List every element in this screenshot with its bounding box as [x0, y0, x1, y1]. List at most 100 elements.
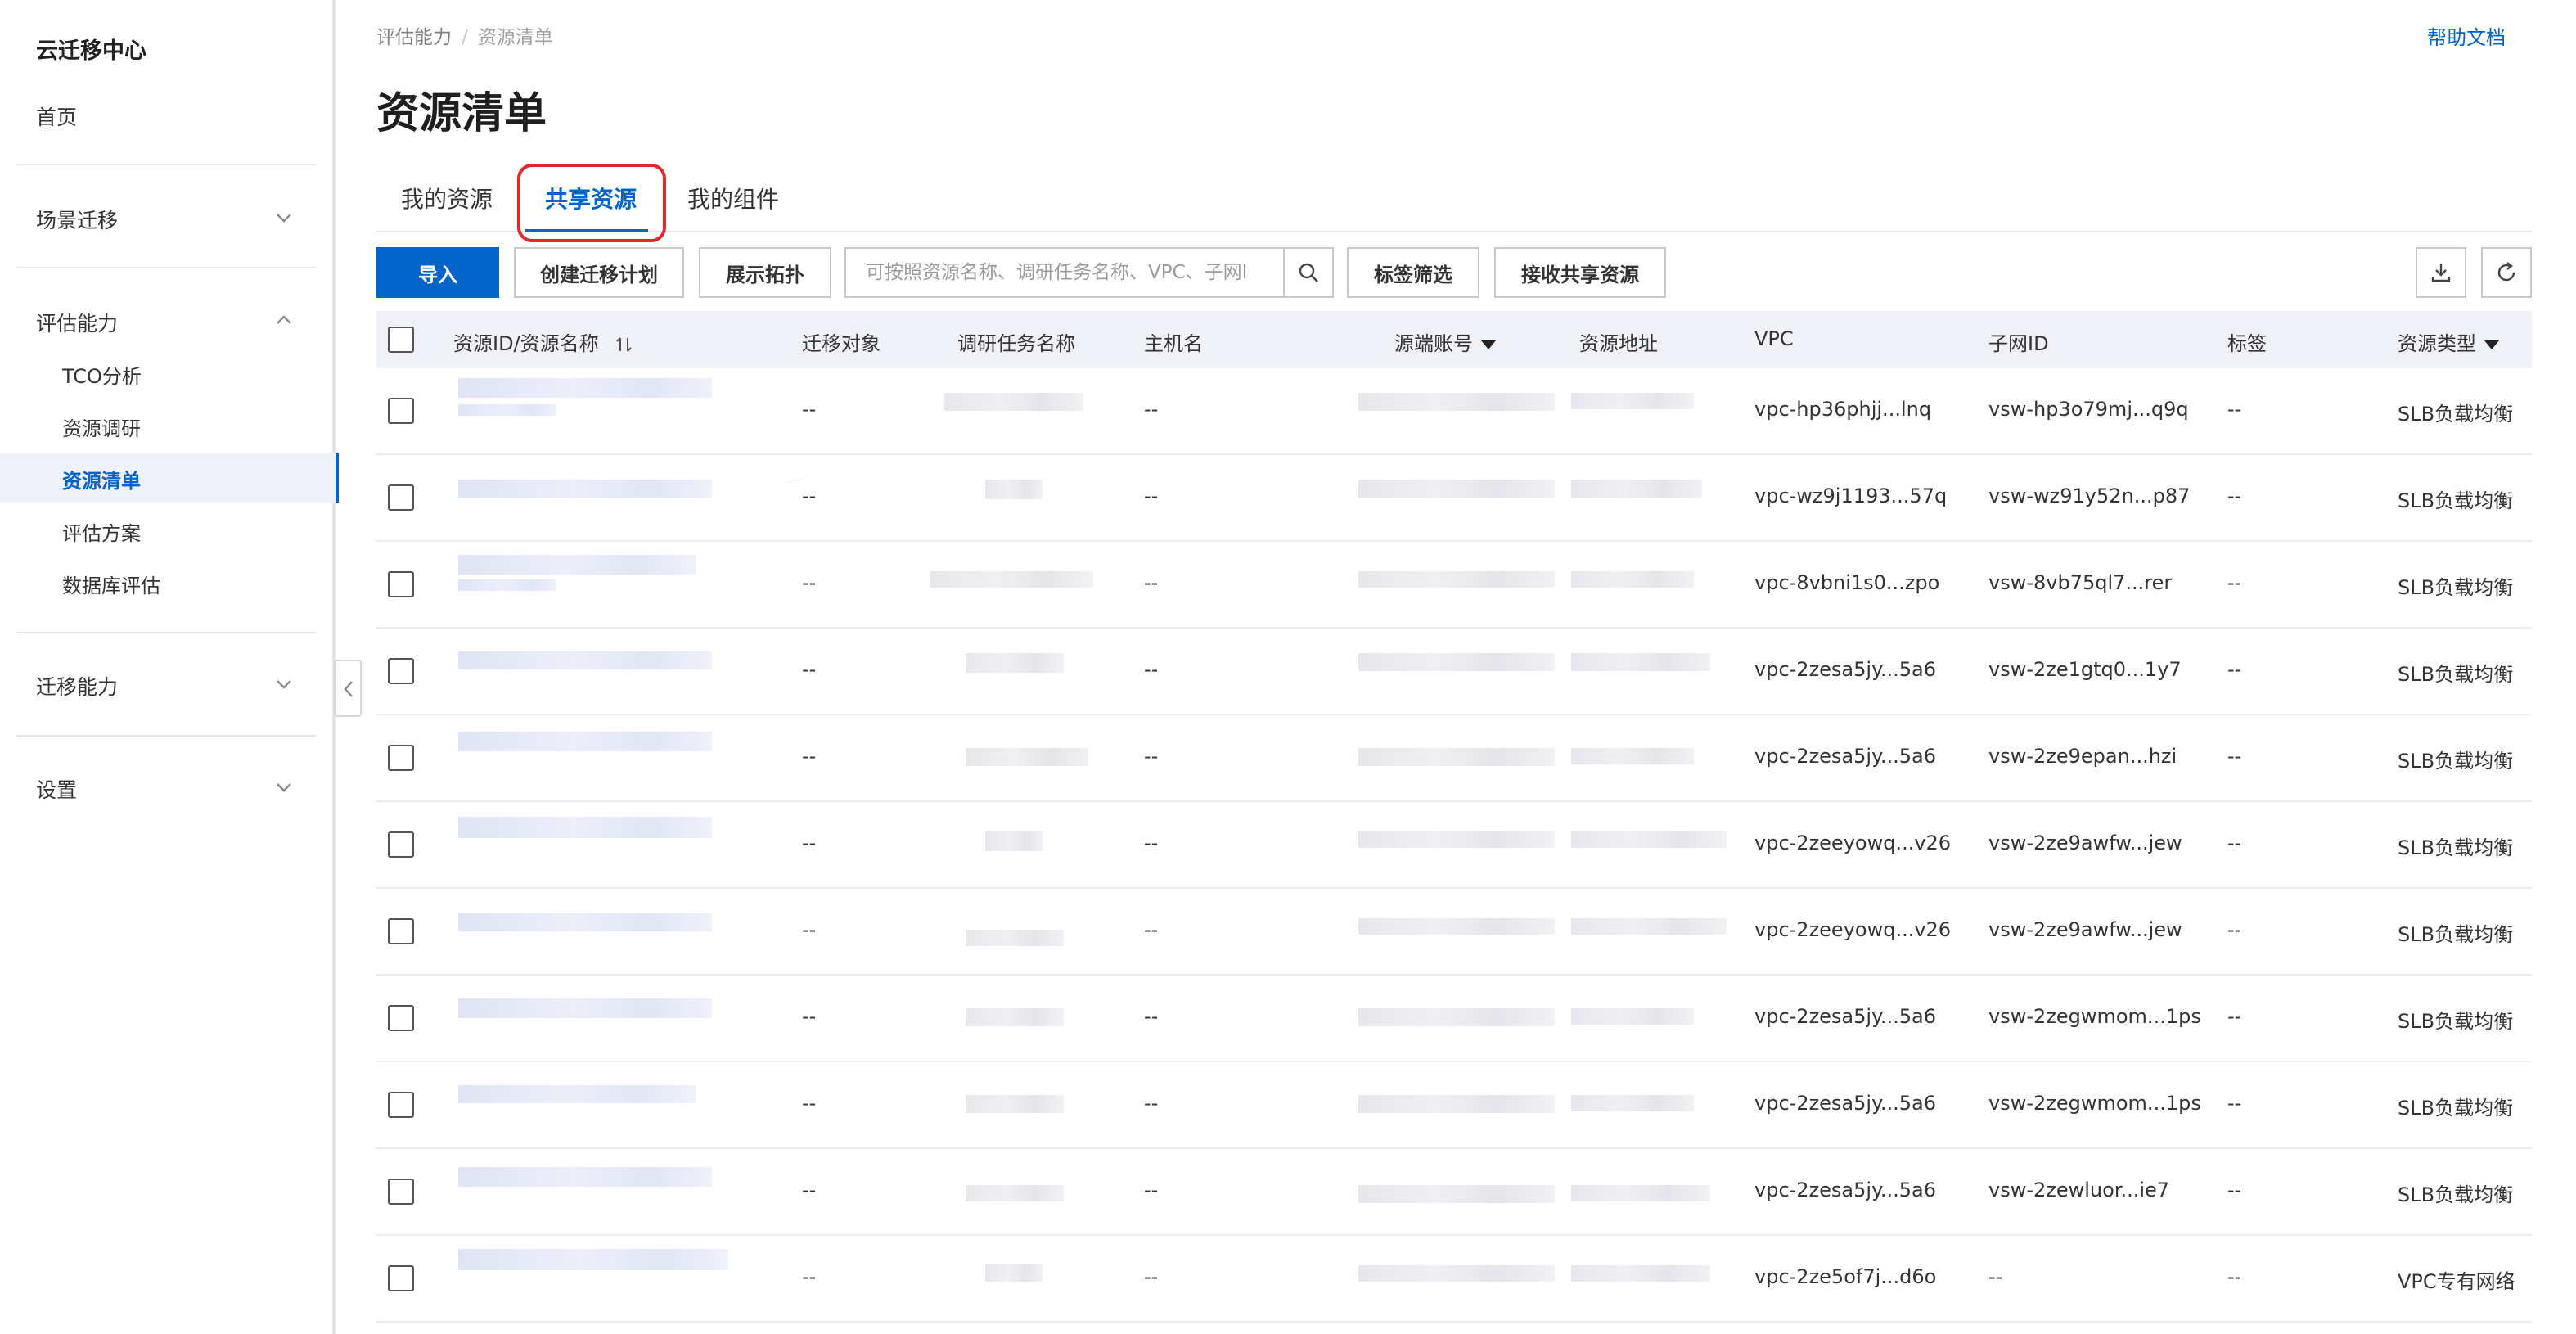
redacted-value — [458, 480, 712, 498]
caret-down-icon[interactable] — [2484, 340, 2499, 349]
sidebar-group-assess[interactable]: 评估能力 — [36, 308, 118, 337]
cell-tag: -- — [2227, 658, 2242, 681]
import-button[interactable]: 导入 — [376, 247, 499, 298]
redacted-value — [944, 393, 1083, 411]
cell-host: -- — [1144, 658, 1159, 681]
table-row[interactable]: -- -- vpc-2zesa5jy...5a6 vsw-2ze1gtq0...1y7… — [376, 629, 2532, 715]
col-vpc: VPC — [1754, 327, 1794, 350]
cell-tag: -- — [2227, 1092, 2242, 1115]
sidebar-divider — [16, 735, 316, 737]
sidebar-item-home[interactable]: 首页 — [36, 101, 77, 131]
breadcrumb-current: 资源清单 — [477, 27, 553, 48]
redacted-value — [458, 378, 712, 398]
cell-vpc: vpc-2zesa5jy...5a6 — [1754, 1179, 1936, 1201]
redacted-value — [930, 571, 1093, 588]
search-input[interactable] — [846, 249, 1285, 296]
sidebar-item-inventory[interactable]: 资源清单 — [0, 453, 339, 503]
row-checkbox[interactable] — [388, 918, 414, 944]
cell-vpc: vpc-2zeeyowq...v26 — [1754, 831, 1952, 854]
table-row[interactable]: -- -- vpc-8vbni1s0...zpo vsw-8vb75ql7...rer… — [376, 542, 2532, 629]
row-checkbox[interactable] — [388, 1092, 414, 1118]
breadcrumb-parent[interactable]: 评估能力 — [376, 27, 452, 48]
redacted-value — [458, 913, 712, 931]
redacted-value — [966, 1008, 1064, 1026]
cell-subnet: vsw-8vb75ql7...rer — [1988, 571, 2173, 594]
help-docs-link[interactable]: 帮助文档 — [2427, 21, 2506, 50]
table-row[interactable]: -- -- vpc-hp36phjj...lnq vsw-hp3o79mj...q9q… — [376, 368, 2532, 455]
col-address: 资源地址 — [1579, 332, 1658, 355]
chevron-left-icon — [344, 681, 353, 697]
redacted-value — [1358, 1265, 1555, 1282]
redacted-value — [1571, 653, 1710, 671]
cell-target: -- — [802, 1005, 817, 1028]
row-checkbox[interactable] — [388, 1179, 414, 1205]
table-row[interactable]: -- -- vpc-2zeeyowq...v26 vsw-2ze9awfw...jew… — [376, 889, 2532, 976]
cell-target: -- — [802, 658, 817, 681]
row-checkbox[interactable] — [388, 1265, 414, 1291]
sidebar-group-scene[interactable]: 场景迁移 — [36, 205, 118, 234]
refresh-button[interactable] — [2481, 247, 2532, 298]
sidebar-item-tco[interactable]: TCO分析 — [62, 360, 142, 389]
col-resource[interactable]: 资源ID/资源名称 — [453, 327, 634, 356]
sidebar-item-plan[interactable]: 评估方案 — [62, 517, 141, 546]
col-type[interactable]: 资源类型 — [2398, 327, 2499, 356]
redacted-value — [1571, 748, 1694, 764]
table-row[interactable]: -- -- vpc-wz9j1193...57q vsw-wz91y52n...p87… — [376, 455, 2532, 542]
row-checkbox[interactable] — [388, 398, 414, 424]
row-checkbox[interactable] — [388, 658, 414, 684]
redacted-value — [458, 998, 712, 1018]
sidebar-collapse-handle[interactable] — [334, 660, 362, 717]
cell-subnet: vsw-2ze1gtq0...1y7 — [1988, 658, 2182, 681]
col-account[interactable]: 源端账号 — [1394, 327, 1496, 356]
cell-vpc: vpc-2zesa5jy...5a6 — [1754, 1092, 1936, 1115]
cell-tag: -- — [2227, 1005, 2242, 1028]
sidebar-item-db-assess[interactable]: 数据库评估 — [62, 570, 160, 598]
sidebar-group-migrate[interactable]: 迁移能力 — [36, 671, 118, 701]
redacted-value — [458, 817, 712, 838]
row-checkbox[interactable] — [388, 1005, 414, 1031]
redacted-value — [1358, 748, 1555, 766]
row-checkbox[interactable] — [388, 745, 414, 771]
table-row[interactable]: -- -- vpc-2zesa5jy...5a6 vsw-2zegwmom...1ps… — [376, 976, 2532, 1062]
table-row[interactable]: -- -- vpc-2zesa5jy...5a6 vsw-2zewluor...ie7… — [376, 1149, 2532, 1236]
row-checkbox[interactable] — [388, 484, 414, 511]
redacted-value — [1571, 393, 1694, 409]
sidebar-item-research[interactable]: 资源调研 — [62, 412, 141, 441]
tab-my-resources[interactable]: 我的资源 — [401, 182, 493, 214]
table-row[interactable]: -- -- vpc-2zesa5jy...5a6 vsw-2zegwmom...1ps… — [376, 1062, 2532, 1149]
sidebar-divider — [16, 632, 316, 633]
sort-icon[interactable] — [615, 336, 634, 354]
tag-filter-button[interactable]: 标签筛选 — [1347, 247, 1479, 298]
chevron-down-icon[interactable] — [273, 207, 295, 228]
table-row[interactable]: -- -- vpc-2zesa5jy...5a6 vsw-2ze9epan...hzi… — [376, 715, 2532, 802]
chevron-up-icon[interactable] — [273, 309, 295, 331]
col-subnet: 子网ID — [1988, 332, 2049, 355]
create-migration-plan-button[interactable]: 创建迁移计划 — [514, 247, 684, 298]
cell-target: -- — [802, 1265, 817, 1288]
accept-shared-resources-button[interactable]: 接收共享资源 — [1494, 247, 1666, 298]
sidebar-group-settings[interactable]: 设置 — [36, 774, 77, 804]
show-topology-button[interactable]: 展示拓扑 — [699, 247, 831, 298]
download-button[interactable] — [2416, 247, 2466, 298]
caret-down-icon[interactable] — [1481, 340, 1496, 349]
redacted-value — [1358, 653, 1555, 671]
cell-target: -- — [802, 918, 817, 941]
select-all-checkbox[interactable] — [388, 327, 414, 353]
table-row[interactable]: -- -- vpc-2zeeyowq...v26 vsw-2ze9awfw...jew… — [376, 802, 2532, 889]
cell-tag: -- — [2227, 831, 2242, 854]
table-row[interactable]: -- -- vpc-2ze5of7j...d6o -- -- VPC专有网络 — [376, 1236, 2532, 1323]
search-button[interactable] — [1283, 249, 1332, 296]
tab-my-components[interactable]: 我的组件 — [687, 182, 779, 214]
redacted-value — [1571, 480, 1702, 498]
cell-vpc: vpc-wz9j1193...57q — [1754, 484, 1948, 507]
sidebar-divider — [16, 267, 316, 268]
active-indicator — [336, 453, 339, 503]
row-checkbox[interactable] — [388, 571, 414, 597]
annotation-highlight-box — [517, 164, 666, 242]
chevron-down-icon[interactable] — [273, 777, 295, 798]
tab-bar: 我的资源 共享资源 我的组件 — [376, 162, 2532, 232]
redacted-value — [1358, 831, 1555, 848]
sidebar: 云迁移中心 首页 场景迁移 评估能力 TCO分析 资源调研 资源清单 评估方案 … — [0, 0, 339, 1334]
chevron-down-icon[interactable] — [273, 674, 295, 695]
row-checkbox[interactable] — [388, 831, 414, 858]
